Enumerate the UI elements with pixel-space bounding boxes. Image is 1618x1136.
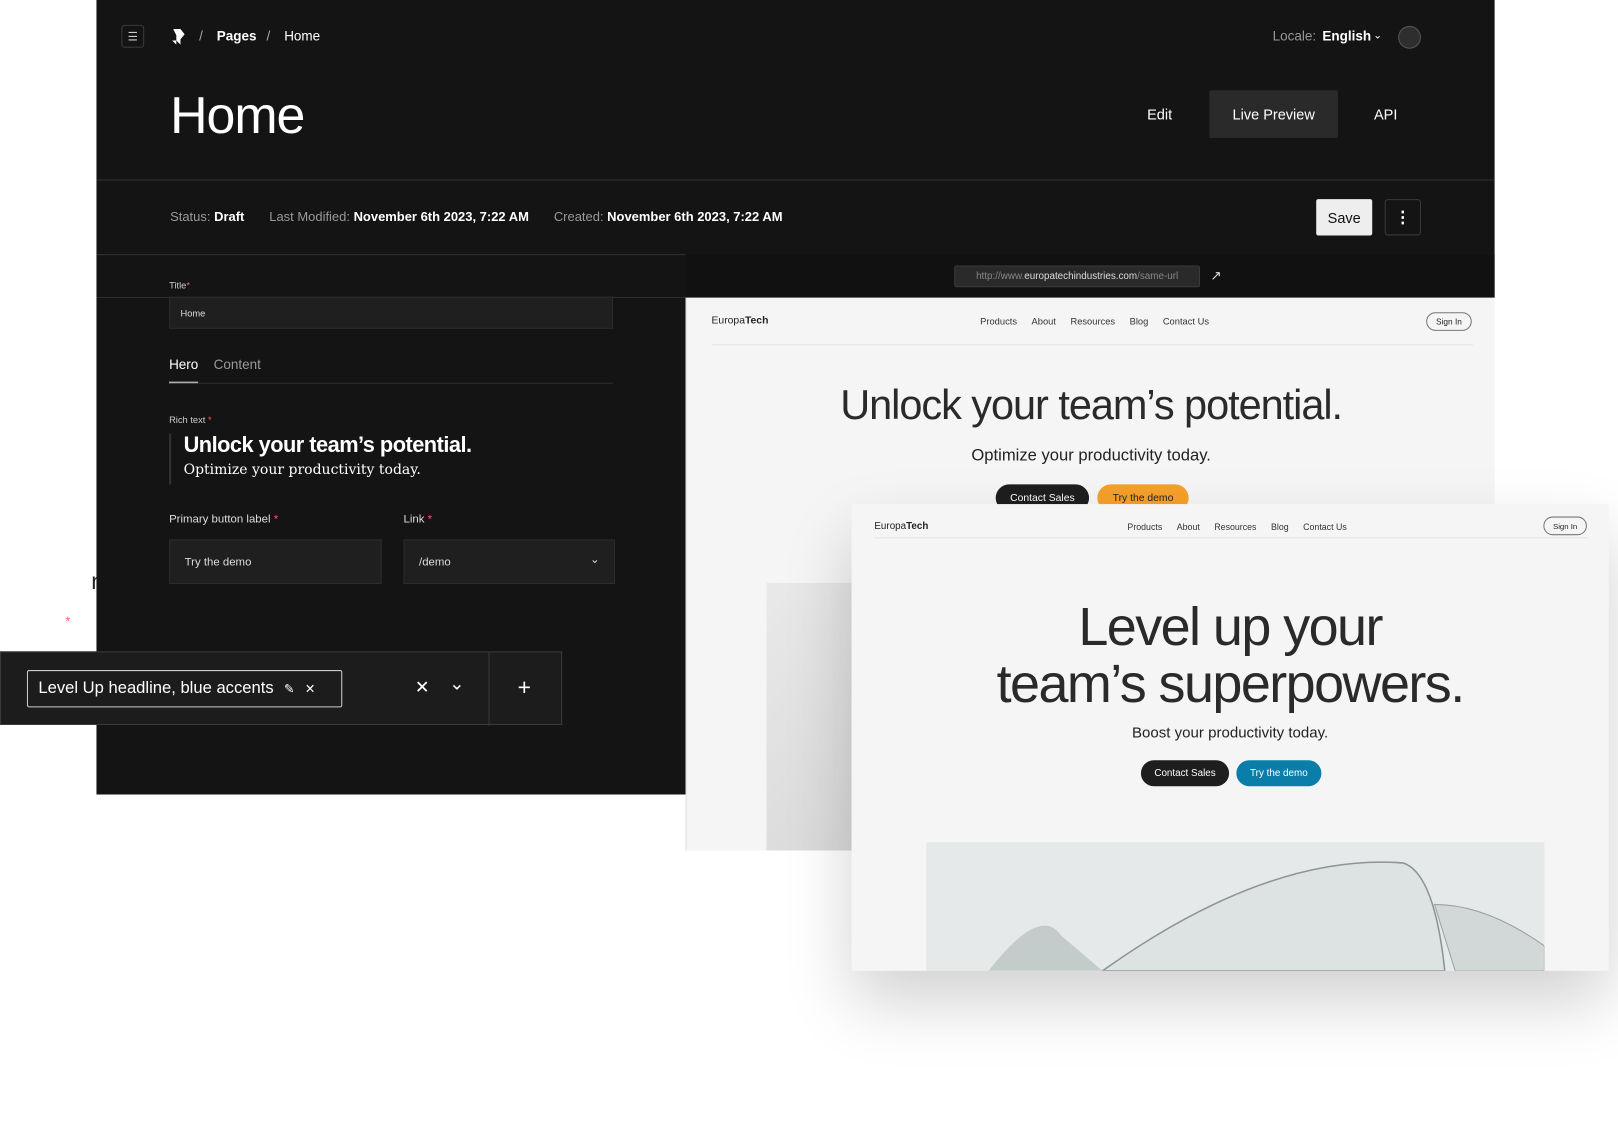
divider [96, 179, 1495, 181]
link-select[interactable]: /demo ⌄ [403, 539, 616, 584]
rich-text-editor[interactable]: Unlock your team’s potential. Optimize y… [169, 433, 615, 485]
nav-resources[interactable]: Resources [1070, 316, 1115, 326]
chevron-down-icon[interactable]: ⌄ [449, 673, 465, 695]
primary-button-label: Primary button label * [169, 513, 279, 526]
sign-in-button[interactable]: Sign In [1426, 312, 1472, 331]
status-label: Status: [170, 209, 211, 225]
locale-label: Locale: [1272, 28, 1317, 44]
chevron-down-icon: ⌄ [589, 553, 600, 567]
abstract-shape-image [988, 861, 1545, 971]
rich-text-label: Rich text * [169, 414, 212, 426]
edit-icon[interactable]: ✎ [284, 681, 294, 696]
nav-products[interactable]: Products [1127, 522, 1162, 532]
more-vertical-icon: ⋮ [1394, 208, 1412, 227]
divider [874, 537, 1588, 539]
variant-headline: Level up your team’s superpowers. [996, 597, 1466, 715]
contact-sales-button[interactable]: Contact Sales [1140, 760, 1230, 787]
site-logo: EuropaTech [874, 520, 929, 533]
variant-toolbar: Level Up headline, blue accents ✎ ✕ ✕ ⌄ … [0, 651, 563, 727]
tab-edit[interactable]: Edit [1134, 90, 1186, 138]
preview-toolbar: http://www. europatechindustries.com/same… [685, 254, 1495, 298]
background-asterisk: * [65, 614, 71, 629]
preview-url-field[interactable]: http://www. europatechindustries.com/same… [954, 265, 1201, 288]
url-domain: europatechindustries.com [1024, 270, 1138, 283]
nav-about[interactable]: About [1032, 316, 1056, 326]
hero-image [926, 842, 1545, 971]
avatar[interactable] [1398, 25, 1421, 49]
site-nav: Products About Resources Blog Contact Us [980, 316, 1209, 326]
created-label: Created: [553, 209, 604, 225]
primary-button-input[interactable]: Try the demo [169, 539, 382, 584]
nav-contact[interactable]: Contact Us [1303, 522, 1347, 532]
title-input[interactable]: Home [169, 296, 613, 329]
status-value: Draft [214, 209, 245, 225]
cms-header: ☰ / Pages / Home Locale: English ⌄ Home … [96, 0, 1495, 298]
nav-contact[interactable]: Contact Us [1163, 316, 1209, 326]
logo-icon [172, 29, 185, 45]
link-label: Link * [403, 513, 433, 526]
url-path: /same-url [1137, 270, 1179, 283]
clear-icon[interactable]: ✕ [415, 677, 430, 698]
preview-headline: Unlock your team’s potential. [840, 382, 1343, 429]
meta-row: Status: Draft Last Modified: November 6t… [170, 210, 782, 225]
variant-preview-card: EuropaTech Products About Resources Blog… [851, 504, 1609, 971]
site-nav: Products About Resources Blog Contact Us [1127, 522, 1346, 532]
link-value: /demo [419, 555, 451, 569]
external-link-icon[interactable]: ↗ [1210, 268, 1221, 285]
tab-content[interactable]: Content [214, 357, 261, 373]
menu-icon: ☰ [127, 30, 138, 44]
created-value: November 6th 2023, 7:22 AM [607, 209, 783, 225]
nav-about[interactable]: About [1177, 522, 1200, 532]
chevron-down-icon[interactable]: ⌄ [1373, 30, 1382, 41]
remove-chip-icon[interactable]: ✕ [305, 681, 315, 696]
more-options-button[interactable]: ⋮ [1384, 199, 1421, 236]
try-demo-button[interactable]: Try the demo [1236, 760, 1322, 787]
save-button[interactable]: Save [1316, 199, 1373, 236]
title-label: Title* [169, 280, 191, 291]
menu-button[interactable]: ☰ [121, 24, 145, 48]
divider [488, 652, 490, 727]
rich-headline: Unlock your team’s potential. [183, 433, 472, 458]
breadcrumb-pages[interactable]: Pages [217, 28, 257, 44]
tab-api[interactable]: API [1362, 90, 1410, 138]
nav-products[interactable]: Products [980, 316, 1017, 326]
variant-chip-label: Level Up headline, blue accents [38, 679, 274, 697]
modified-value: November 6th 2023, 7:22 AM [353, 209, 529, 225]
divider [711, 344, 1473, 346]
site-logo: EuropaTech [711, 315, 769, 327]
nav-resources[interactable]: Resources [1214, 522, 1256, 532]
rich-subline: Optimize your productivity today. [183, 461, 421, 479]
tab-live-preview[interactable]: Live Preview [1209, 90, 1338, 138]
variant-subline: Boost your productivity today. [1132, 725, 1329, 742]
sign-in-button[interactable]: Sign In [1543, 516, 1587, 536]
breadcrumb-separator: / [266, 28, 271, 44]
breadcrumb-separator: / [199, 28, 203, 44]
variant-chip[interactable]: Level Up headline, blue accents ✎ ✕ [26, 670, 343, 708]
nav-blog[interactable]: Blog [1271, 522, 1289, 532]
url-prefix: http://www. [976, 270, 1025, 283]
nav-blog[interactable]: Blog [1130, 316, 1149, 326]
tabs-divider [169, 382, 613, 384]
breadcrumb-home: Home [284, 28, 321, 44]
page-title: Home [170, 86, 305, 145]
tab-hero[interactable]: Hero [169, 357, 199, 384]
modified-label: Last Modified: [269, 209, 350, 225]
locale-select[interactable]: English [1322, 28, 1371, 44]
preview-subline: Optimize your productivity today. [971, 447, 1211, 465]
add-variant-button[interactable]: + [518, 674, 531, 701]
